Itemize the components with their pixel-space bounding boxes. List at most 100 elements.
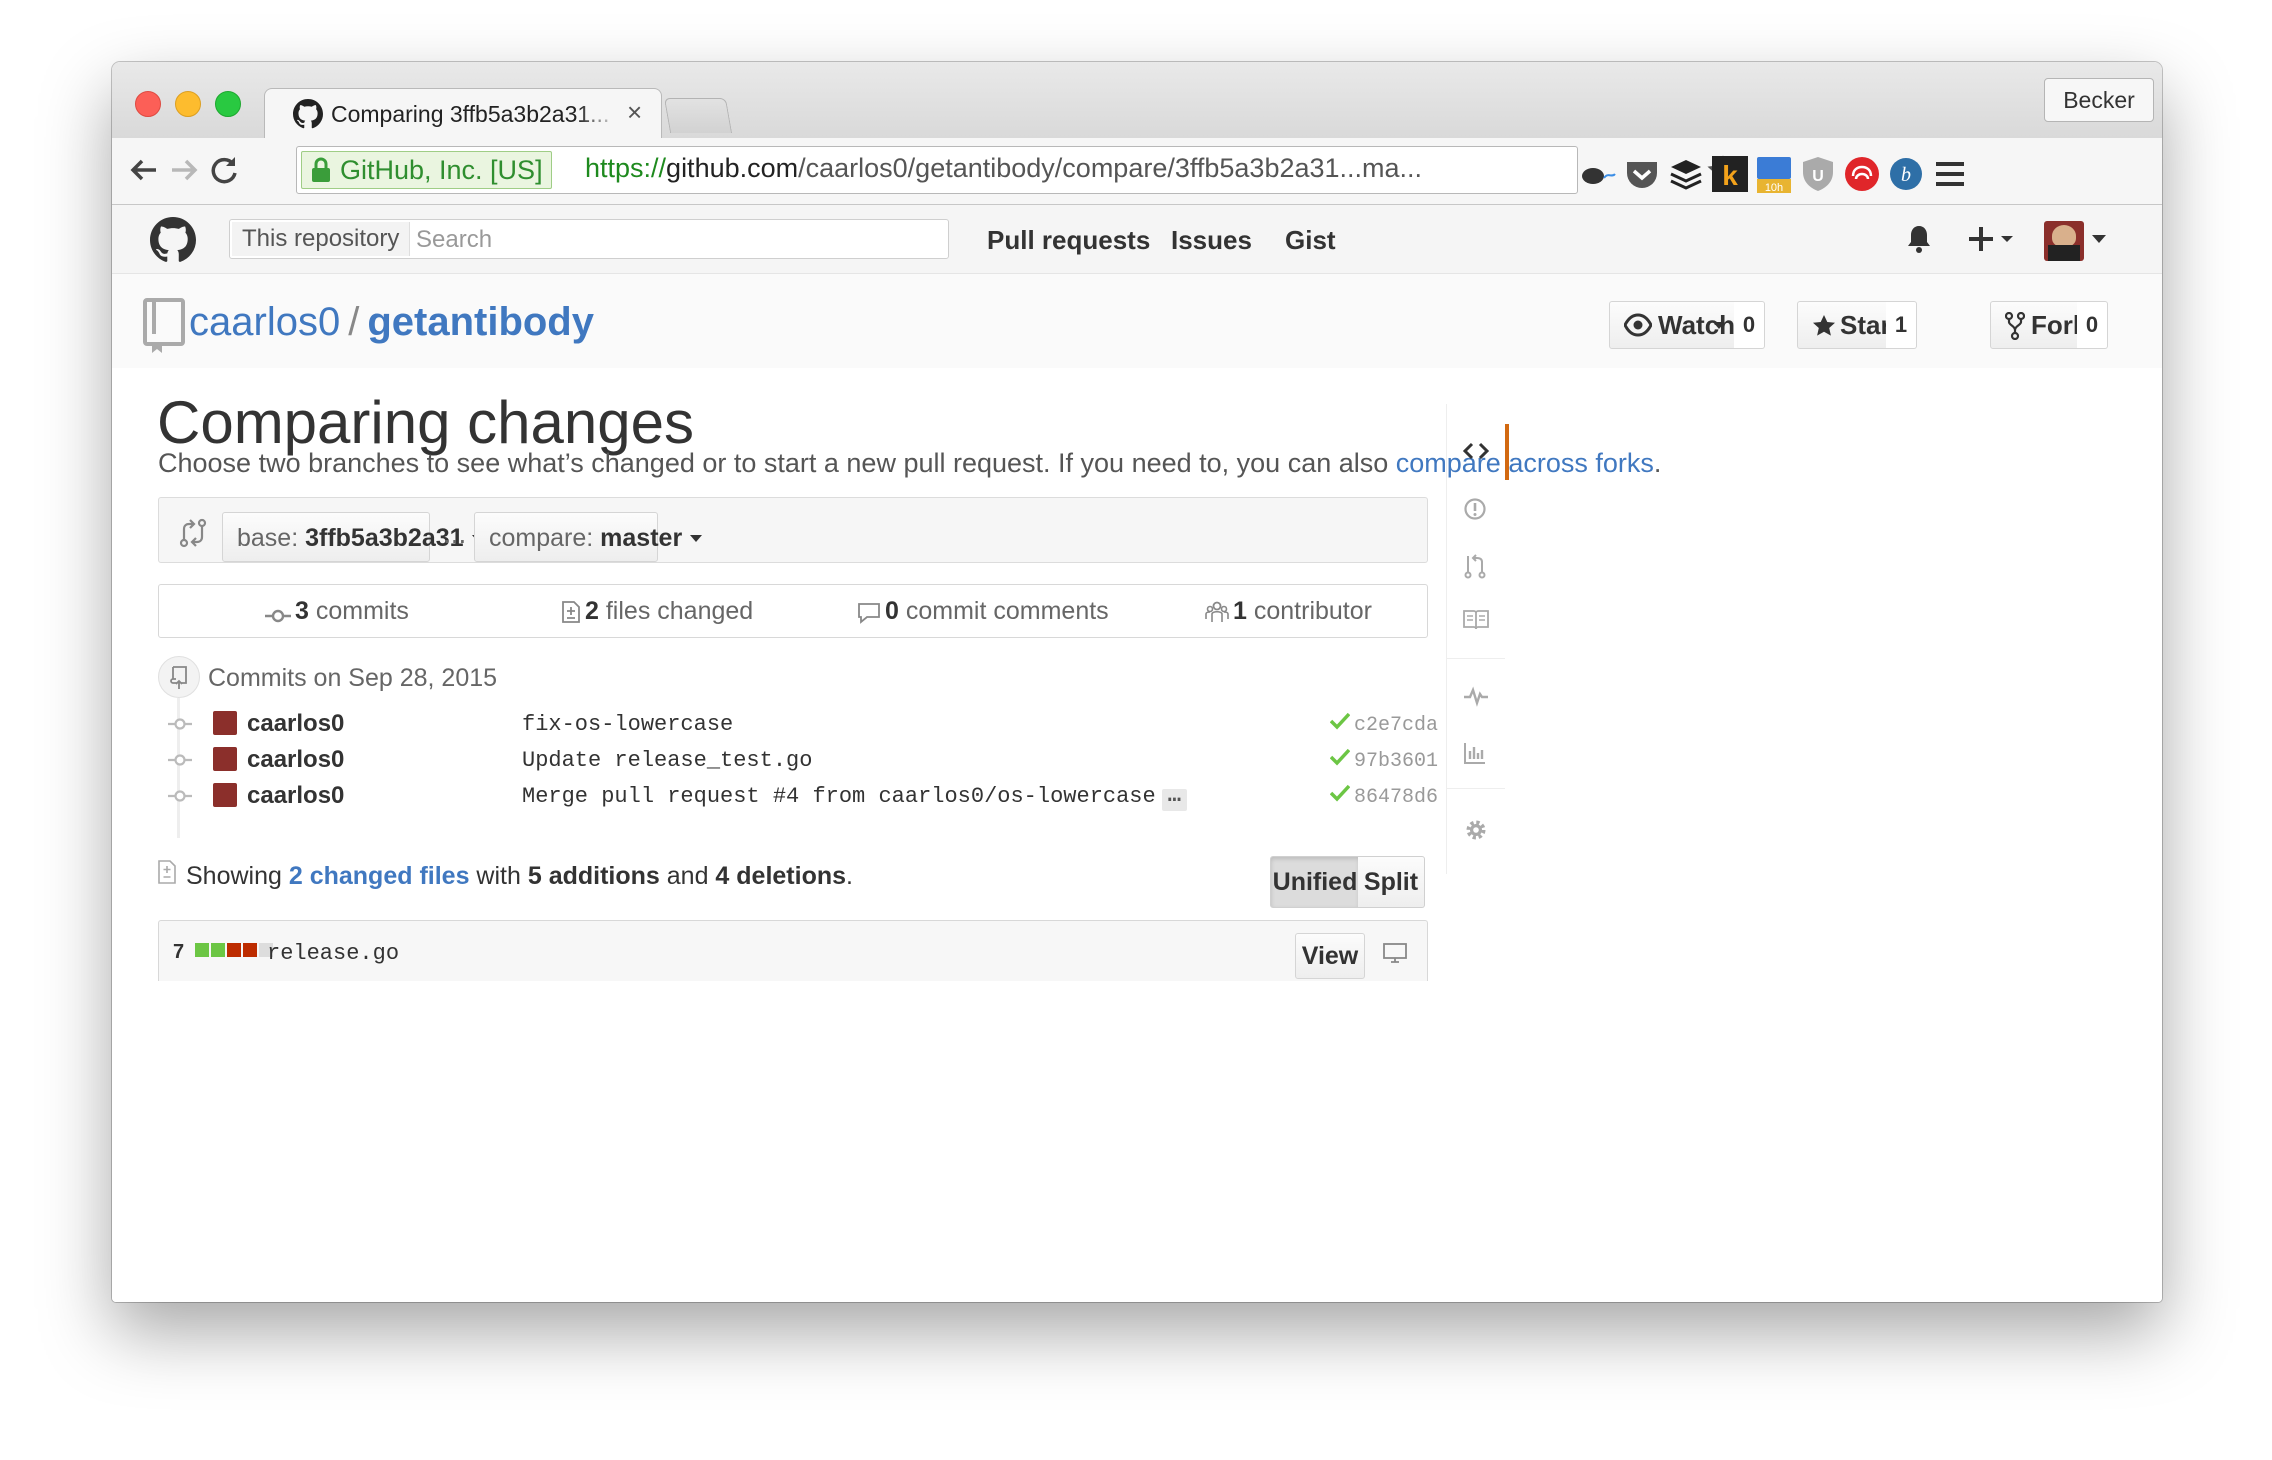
repo-separator: / xyxy=(348,300,360,344)
search-input[interactable] xyxy=(414,220,938,260)
zoom-window-button[interactable] xyxy=(215,91,241,117)
notification-bell-icon[interactable] xyxy=(1904,223,1934,255)
back-arrow-icon[interactable] xyxy=(124,150,164,190)
sidebar-item-graphs[interactable] xyxy=(1447,726,1505,782)
commit-author[interactable]: caarlos0 xyxy=(247,746,344,774)
close-window-button[interactable] xyxy=(135,91,161,117)
buffer-extension-icon[interactable] xyxy=(1666,154,1706,194)
url-host: github.com xyxy=(666,153,799,183)
commits-count: 3 xyxy=(295,597,309,625)
sidebar-item-wiki[interactable] xyxy=(1447,594,1505,650)
diffstat-block-added xyxy=(195,943,209,957)
file-header: 7 release.go View xyxy=(158,920,1428,981)
nav-pull-requests[interactable]: Pull requests xyxy=(987,225,1150,256)
check-icon[interactable] xyxy=(1330,712,1350,730)
view-file-button[interactable]: View xyxy=(1295,933,1365,979)
commit-message[interactable]: Update release_test.go xyxy=(522,748,812,773)
watch-button[interactable]: Watch xyxy=(1609,301,1735,349)
commit-sha[interactable]: 97b3601 xyxy=(1354,750,1438,773)
repo-title: caarlos0/getantibody xyxy=(189,300,594,345)
commit-message[interactable]: fix-os-lowercase xyxy=(522,712,733,737)
watch-count[interactable]: 0 xyxy=(1734,301,1765,349)
compare-value: master xyxy=(600,524,683,552)
commit-message[interactable]: Merge pull request #4 from caarlos0/os-l… xyxy=(522,784,1156,809)
fork-button[interactable]: Fork xyxy=(1990,301,2087,349)
commit-sha[interactable]: 86478d6 xyxy=(1354,786,1438,809)
nav-gist[interactable]: Gist xyxy=(1285,225,1336,256)
avatar[interactable] xyxy=(213,711,237,735)
rich-diff-display-icon[interactable] xyxy=(1383,943,1407,963)
github-logo-icon[interactable] xyxy=(150,217,196,263)
files-count: 2 xyxy=(585,597,599,625)
avatar[interactable] xyxy=(2044,221,2084,261)
compare-branch-select[interactable]: compare: master xyxy=(474,512,703,562)
b-extension-icon[interactable]: b xyxy=(1886,154,1926,194)
menu-hamburger-icon[interactable] xyxy=(1930,154,1970,194)
svg-text:b: b xyxy=(1901,164,1911,186)
changed-files-link[interactable]: 2 changed files xyxy=(289,862,470,890)
sidebar-item-pull-requests[interactable] xyxy=(1447,538,1505,594)
star-label: Star xyxy=(1840,310,1891,340)
reload-icon[interactable] xyxy=(204,150,244,190)
unified-view-button[interactable]: Unified xyxy=(1270,856,1360,908)
compare-across-forks-link[interactable]: compare across forks xyxy=(1396,448,1654,478)
url-text[interactable]: https://github.com/caarlos0/getantibody/… xyxy=(585,153,1422,184)
nav-issues[interactable]: Issues xyxy=(1171,225,1252,256)
tab-title: Comparing 3ffb5a3b2a31... xyxy=(331,101,610,127)
avatar-dropdown-caret-icon[interactable] xyxy=(2092,235,2106,245)
base-branch-select[interactable]: base: 3ffb5a3b2a31 xyxy=(222,512,484,562)
files-changed-link[interactable]: 2 files changed xyxy=(561,597,753,626)
minimize-window-button[interactable] xyxy=(175,91,201,117)
lastpass-extension-icon[interactable] xyxy=(1842,154,1882,194)
commit-sha[interactable]: c2e7cda xyxy=(1354,714,1438,737)
commit-comments-link[interactable]: 0 commit comments xyxy=(857,597,1109,626)
browser-toolbar: GitHub, Inc. [US] https://github.com/caa… xyxy=(112,138,2162,205)
sidebar-item-code[interactable] xyxy=(1447,424,1509,480)
check-icon[interactable] xyxy=(1330,784,1350,802)
repo-name-link[interactable]: getantibody xyxy=(367,300,594,344)
range-editor: base: 3ffb5a3b2a31 ... compare: master xyxy=(158,497,1428,563)
create-new-plus-icon[interactable] xyxy=(1968,223,2018,255)
star-count[interactable]: 1 xyxy=(1886,301,1917,349)
expand-message-button[interactable]: … xyxy=(1161,785,1187,811)
sidebar-item-settings[interactable] xyxy=(1447,802,1505,858)
split-view-button[interactable]: Split xyxy=(1358,856,1425,908)
additions-count: 5 additions xyxy=(527,862,660,890)
gear-icon xyxy=(1466,820,1486,840)
star-button[interactable]: Star xyxy=(1797,301,1891,349)
new-tab-button[interactable] xyxy=(663,98,733,133)
lock-icon xyxy=(312,157,330,182)
star-icon xyxy=(1813,315,1835,336)
file-name-link[interactable]: release.go xyxy=(267,941,399,966)
sidebar-item-pulse[interactable] xyxy=(1447,670,1505,726)
fork-count[interactable]: 0 xyxy=(2077,301,2108,349)
profile-button[interactable]: Becker xyxy=(2044,78,2154,122)
check-icon[interactable] xyxy=(1330,748,1350,766)
github-header: This repository Pull requests Issues Gis… xyxy=(112,205,2162,274)
address-bar[interactable]: GitHub, Inc. [US] https://github.com/caa… xyxy=(296,146,1739,194)
commit-author[interactable]: caarlos0 xyxy=(247,782,344,810)
forward-arrow-icon[interactable] xyxy=(164,150,204,190)
octotree-extension-icon[interactable] xyxy=(1578,154,1618,194)
repo-icon xyxy=(143,298,185,353)
code-icon xyxy=(1463,442,1489,460)
contributors-link[interactable]: 1 contributor xyxy=(1205,597,1372,626)
commits-count-link[interactable]: 3 commits xyxy=(265,597,409,626)
pocket-extension-icon[interactable] xyxy=(1622,154,1662,194)
description-end: . xyxy=(1653,448,1662,478)
avatar[interactable] xyxy=(213,747,237,771)
description-text: Choose two branches to see what’s change… xyxy=(158,448,1396,478)
sidebar-item-issues[interactable] xyxy=(1447,482,1505,538)
diff-summary: Showing 2 changed files with 5 additions… xyxy=(186,862,853,891)
commit-group-icon xyxy=(158,656,200,698)
commit-author[interactable]: caarlos0 xyxy=(247,710,344,738)
browser-tab[interactable]: Comparing 3ffb5a3b2a31... × xyxy=(264,88,662,141)
k-extension-icon[interactable]: k xyxy=(1710,154,1750,194)
timer-extension-icon[interactable]: 10h xyxy=(1754,154,1794,194)
github-favicon-icon xyxy=(293,99,323,129)
avatar[interactable] xyxy=(213,783,237,807)
ublock-extension-icon[interactable]: U xyxy=(1798,154,1838,194)
ev-certificate-badge[interactable]: GitHub, Inc. [US] xyxy=(301,151,552,189)
repo-owner-link[interactable]: caarlos0 xyxy=(189,300,340,344)
tab-close-icon[interactable]: × xyxy=(627,97,642,128)
